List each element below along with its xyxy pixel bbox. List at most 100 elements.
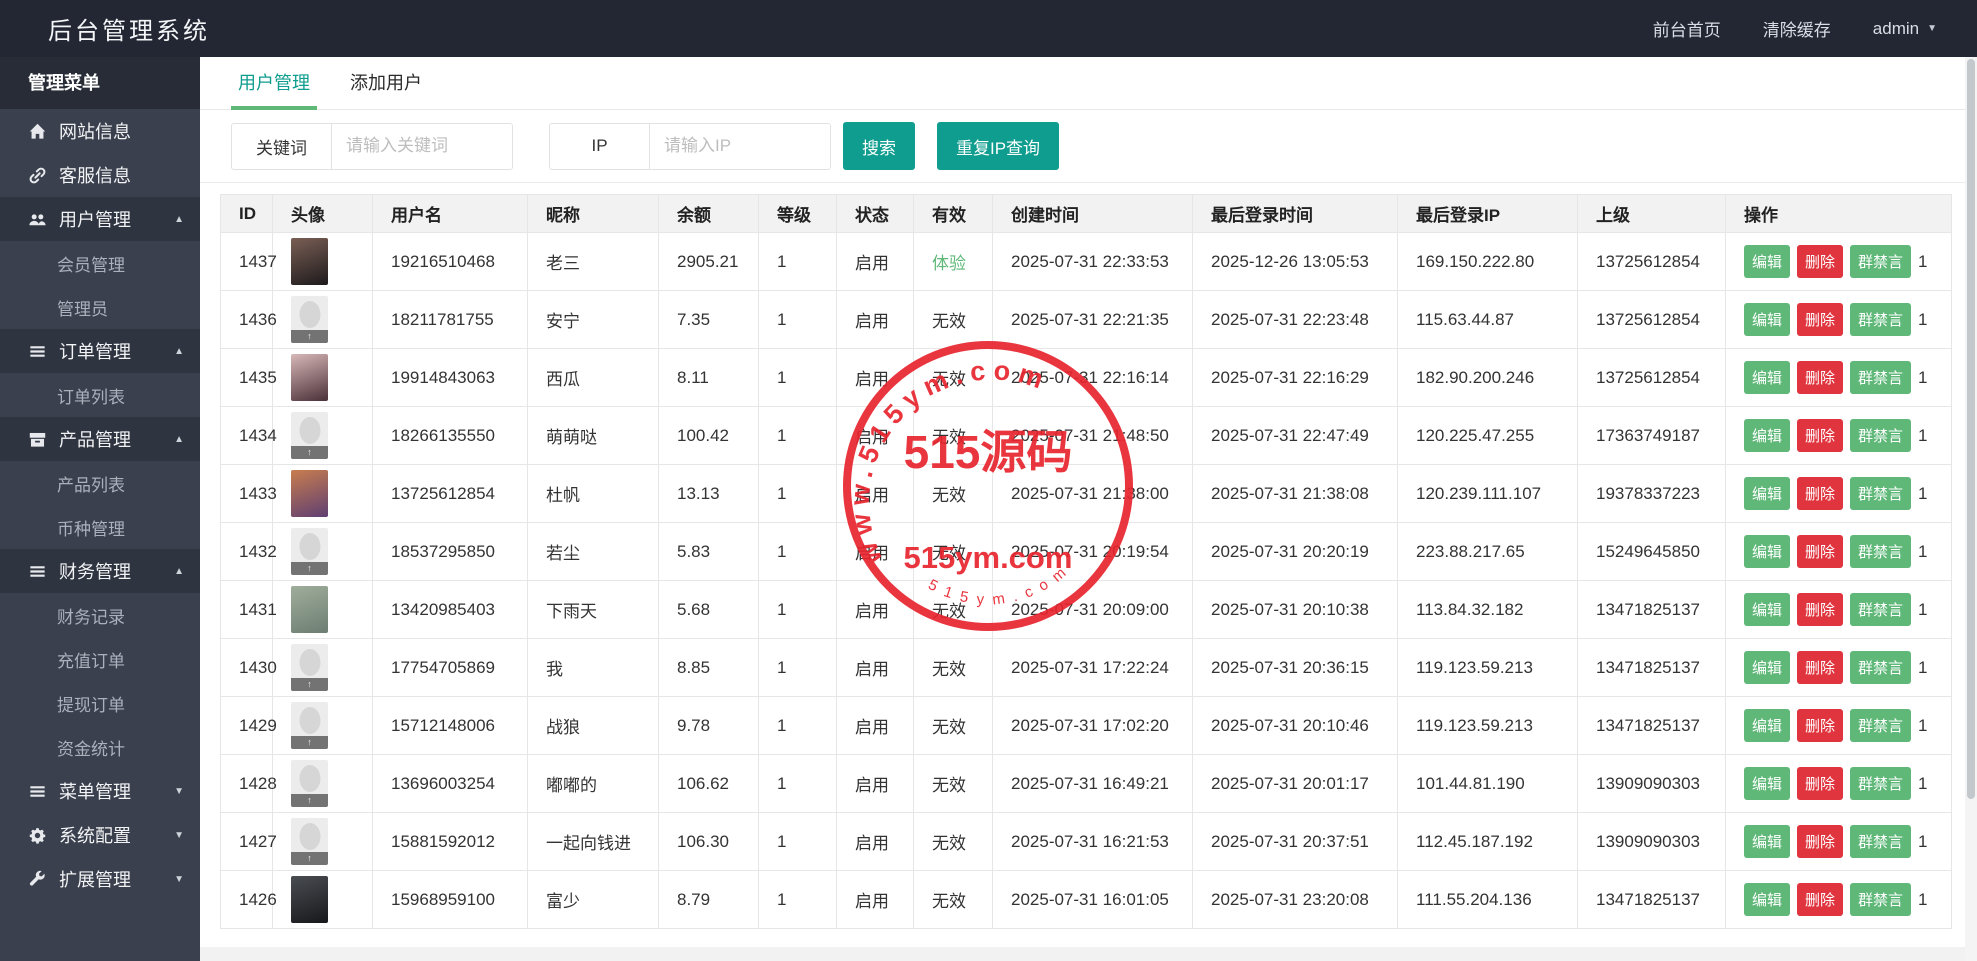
delete-button[interactable]: 删除: [1797, 709, 1844, 742]
edit-button[interactable]: 编辑: [1744, 883, 1791, 916]
sidebar-item[interactable]: 产品管理 ▲: [0, 417, 200, 461]
keyword-input[interactable]: [332, 123, 512, 169]
cell-status: 启用: [836, 406, 914, 465]
user-avatar-placeholder[interactable]: ↑: [291, 296, 328, 343]
sidebar-item[interactable]: 菜单管理 ▼: [0, 769, 200, 813]
delete-button[interactable]: 删除: [1797, 883, 1844, 916]
delete-button[interactable]: 删除: [1797, 825, 1844, 858]
clear-cache-link[interactable]: 清除缓存: [1763, 16, 1831, 41]
upload-icon: ↑: [307, 331, 312, 341]
edit-button[interactable]: 编辑: [1744, 767, 1791, 800]
edit-button[interactable]: 编辑: [1744, 593, 1791, 626]
search-button[interactable]: 搜索: [843, 122, 915, 170]
sidebar-item[interactable]: 用户管理 ▲: [0, 197, 200, 241]
sidebar-subitem[interactable]: 币种管理: [0, 505, 200, 549]
user-avatar[interactable]: [291, 470, 328, 517]
edit-button[interactable]: 编辑: [1744, 419, 1791, 452]
delete-button[interactable]: 删除: [1797, 361, 1844, 394]
cell-last-ip: 120.225.47.255: [1397, 406, 1578, 465]
sidebar-subitem[interactable]: 充值订单: [0, 637, 200, 681]
sidebar-item[interactable]: 网站信息: [0, 109, 200, 153]
cell-valid: 无效: [913, 464, 993, 523]
sidebar-subitem[interactable]: 会员管理: [0, 241, 200, 285]
sidebar-item[interactable]: 扩展管理 ▼: [0, 857, 200, 901]
cell-level: 1: [758, 290, 837, 349]
sidebar-item-label: 菜单管理: [59, 782, 131, 802]
delete-button[interactable]: 删除: [1797, 767, 1844, 800]
delete-button[interactable]: 删除: [1797, 477, 1844, 510]
user-avatar-placeholder[interactable]: ↑: [291, 644, 328, 691]
sidebar-subitem[interactable]: 订单列表: [0, 373, 200, 417]
ip-input[interactable]: [650, 123, 830, 169]
sidebar-subitem[interactable]: 资金统计: [0, 725, 200, 769]
edit-button[interactable]: 编辑: [1744, 651, 1791, 684]
sidebar-subitem[interactable]: 提现订单: [0, 681, 200, 725]
tab-user-management[interactable]: 用户管理: [231, 69, 317, 110]
sidebar-item[interactable]: 订单管理 ▲: [0, 329, 200, 373]
sidebar-item-label: 用户管理: [59, 210, 131, 230]
duplicate-ip-button[interactable]: 重复IP查询: [937, 122, 1060, 170]
mute-button[interactable]: 群禁言: [1850, 593, 1912, 626]
mute-button[interactable]: 群禁言: [1850, 245, 1912, 278]
sidebar-item-label: 客服信息: [59, 166, 131, 186]
mute-button[interactable]: 群禁言: [1850, 651, 1912, 684]
mute-button[interactable]: 群禁言: [1850, 303, 1912, 336]
delete-button[interactable]: 删除: [1797, 245, 1844, 278]
sidebar: 管理菜单 网站信息 客服信息 用户管理 ▲ 会员管理 管理员 订单管理 ▲ 订单列表 产品管理 ▲ 产…: [0, 57, 200, 961]
tab-add-user[interactable]: 添加用户: [343, 69, 429, 109]
user-avatar-placeholder[interactable]: ↑: [291, 760, 328, 807]
mute-button[interactable]: 群禁言: [1850, 709, 1912, 742]
user-avatar-placeholder[interactable]: ↑: [291, 702, 328, 749]
cell-valid: 无效: [913, 638, 993, 697]
sidebar-subitem[interactable]: 管理员: [0, 285, 200, 329]
cell-last-login: 2025-07-31 20:20:19: [1192, 522, 1398, 581]
mute-button[interactable]: 群禁言: [1850, 361, 1912, 394]
mute-button[interactable]: 群禁言: [1850, 477, 1912, 510]
topbar-right: 前台首页 清除缓存 admin ▼: [1653, 16, 1977, 41]
cell-last-login: 2025-07-31 20:01:17: [1192, 754, 1398, 813]
delete-button[interactable]: 删除: [1797, 593, 1844, 626]
delete-button[interactable]: 删除: [1797, 303, 1844, 336]
user-avatar[interactable]: [291, 586, 328, 633]
sidebar-item[interactable]: 财务管理 ▲: [0, 549, 200, 593]
user-avatar[interactable]: [291, 876, 328, 923]
frontend-home-link[interactable]: 前台首页: [1653, 16, 1721, 41]
mute-button[interactable]: 群禁言: [1850, 419, 1912, 452]
edit-button[interactable]: 编辑: [1744, 477, 1791, 510]
cell-username: 19216510468: [372, 232, 528, 291]
edit-button[interactable]: 编辑: [1744, 303, 1791, 336]
edit-button[interactable]: 编辑: [1744, 825, 1791, 858]
gears-icon: [28, 826, 47, 845]
user-avatar[interactable]: [291, 354, 328, 401]
delete-button[interactable]: 删除: [1797, 419, 1844, 452]
cell-last-ip: 169.150.222.80: [1397, 232, 1578, 291]
sidebar-item[interactable]: 系统配置 ▼: [0, 813, 200, 857]
mute-button[interactable]: 群禁言: [1850, 535, 1912, 568]
vertical-scrollbar[interactable]: [1965, 57, 1977, 961]
sidebar-subitem-label: 产品列表: [57, 475, 125, 495]
cell-avatar: ↑: [272, 290, 373, 349]
edit-button[interactable]: 编辑: [1744, 361, 1791, 394]
sidebar-subitem[interactable]: 财务记录: [0, 593, 200, 637]
user-avatar-placeholder[interactable]: ↑: [291, 528, 328, 575]
delete-button[interactable]: 删除: [1797, 535, 1844, 568]
user-avatar-placeholder[interactable]: ↑: [291, 412, 328, 459]
scrollbar-thumb[interactable]: [1967, 59, 1975, 799]
mute-button[interactable]: 群禁言: [1850, 767, 1912, 800]
action-count: 1: [1918, 252, 1928, 271]
edit-button[interactable]: 编辑: [1744, 245, 1791, 278]
user-avatar-placeholder[interactable]: ↑: [291, 818, 328, 865]
edit-button[interactable]: 编辑: [1744, 535, 1791, 568]
user-avatar[interactable]: [291, 238, 328, 285]
mute-button[interactable]: 群禁言: [1850, 825, 1912, 858]
cell-last-ip: 119.123.59.213: [1397, 638, 1578, 697]
edit-button[interactable]: 编辑: [1744, 709, 1791, 742]
cell-id: 1431: [220, 580, 277, 639]
cell-balance: 106.30: [658, 812, 759, 871]
sidebar-subitem[interactable]: 产品列表: [0, 461, 200, 505]
delete-button[interactable]: 删除: [1797, 651, 1844, 684]
sidebar-item[interactable]: 客服信息: [0, 153, 200, 197]
cell-username: 15968959100: [372, 870, 528, 929]
mute-button[interactable]: 群禁言: [1850, 883, 1912, 916]
admin-dropdown[interactable]: admin ▼: [1873, 19, 1937, 39]
